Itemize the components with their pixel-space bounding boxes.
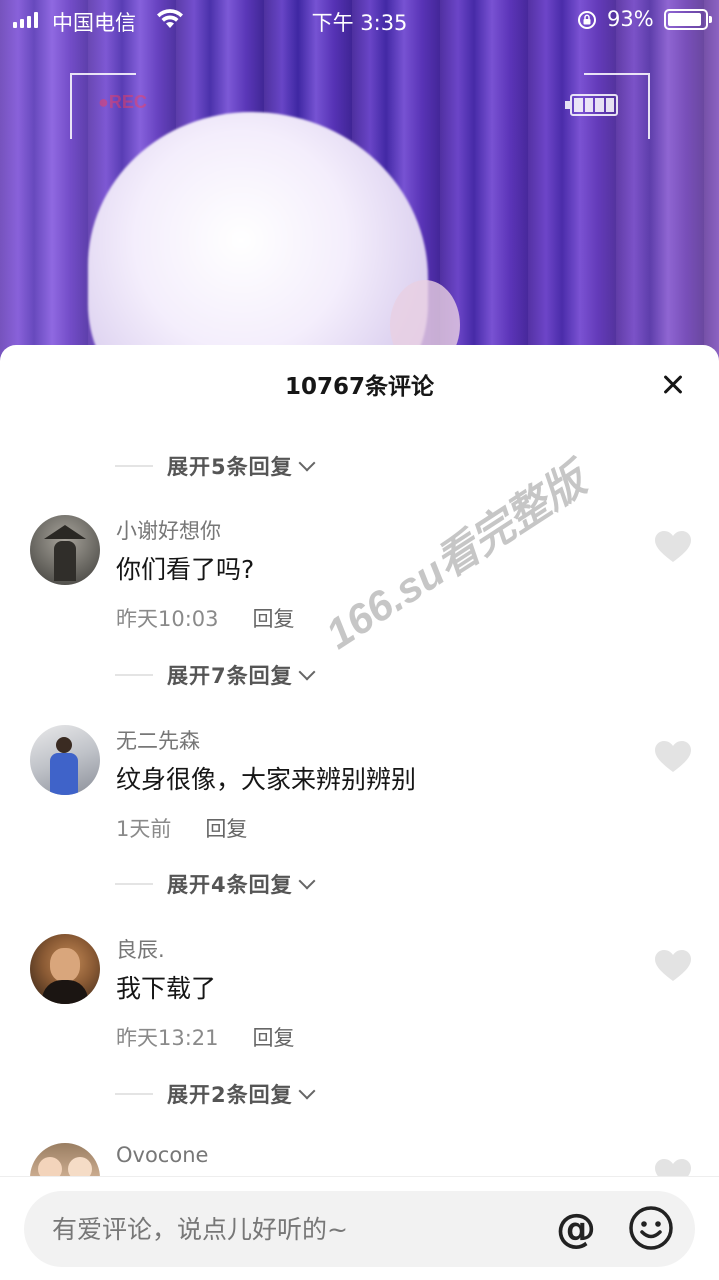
- chevron-down-icon: [298, 663, 316, 681]
- chevron-down-icon: [298, 872, 316, 890]
- divider-line: [115, 1093, 153, 1095]
- chevron-down-icon: [298, 454, 316, 472]
- expand-replies-label: 展开4条回复: [167, 873, 293, 897]
- at-mention-button[interactable]: @: [552, 1205, 600, 1253]
- avatar[interactable]: [30, 515, 100, 585]
- heart-icon[interactable]: [655, 950, 691, 982]
- comment-item[interactable]: 小谢好想你 你们看了吗? 昨天10:03 回复: [0, 515, 719, 695]
- rec-label: ●REC: [98, 92, 147, 112]
- chevron-down-icon: [298, 1082, 316, 1100]
- heart-icon[interactable]: [655, 531, 691, 563]
- comment-username[interactable]: 小谢好想你: [116, 515, 221, 545]
- comment-time: 昨天13:21: [116, 1026, 219, 1050]
- orientation-lock-icon: [578, 11, 596, 29]
- comments-list[interactable]: 展开5条回复 小谢好想你 你们看了吗? 昨天10:03 回复 展开7条回复 无二: [0, 345, 719, 1213]
- avatar[interactable]: [30, 934, 100, 1004]
- comment-username[interactable]: 良辰.: [116, 934, 165, 964]
- expand-replies-button[interactable]: 展开5条回复: [115, 446, 316, 486]
- comment-item[interactable]: 良辰. 我下载了 昨天13:21 回复: [0, 934, 719, 1114]
- comment-username[interactable]: 无二先森: [116, 725, 200, 755]
- expand-replies-button[interactable]: 展开4条回复: [115, 864, 316, 904]
- emoji-icon[interactable]: [628, 1205, 674, 1251]
- video-player[interactable]: ●REC: [0, 0, 719, 380]
- comment-text: 我下载了: [116, 974, 217, 1003]
- divider-line: [115, 674, 153, 676]
- divider-line: [115, 883, 153, 885]
- battery-icon: [664, 9, 712, 30]
- comment-time: 1天前: [116, 817, 172, 841]
- heart-icon[interactable]: [655, 741, 691, 773]
- reply-button[interactable]: 回复: [205, 813, 247, 843]
- expand-replies-label: 展开5条回复: [167, 455, 293, 479]
- divider-line: [115, 465, 153, 467]
- comment-text: 纹身很像，大家来辨别辨别: [116, 765, 417, 794]
- comment-item[interactable]: 无二先森 纹身很像，大家来辨别辨别 1天前 回复: [0, 725, 719, 905]
- avatar[interactable]: [30, 725, 100, 795]
- reply-button[interactable]: 回复: [253, 603, 295, 633]
- carrier-name: 中国电信: [52, 11, 136, 35]
- comment-input-container[interactable]: @: [24, 1191, 695, 1267]
- comment-meta: 昨天13:21 回复: [116, 1022, 295, 1052]
- expand-replies-label: 展开7条回复: [167, 664, 293, 688]
- wifi-icon: [157, 9, 183, 28]
- expand-replies-button[interactable]: 展开2条回复: [115, 1074, 316, 1114]
- reply-button[interactable]: 回复: [253, 1022, 295, 1052]
- expand-replies-button[interactable]: 展开7条回复: [115, 655, 316, 695]
- comment-meta: 昨天10:03 回复: [116, 603, 295, 633]
- comment-input-bar: @: [0, 1176, 719, 1280]
- camera-battery-icon: [565, 94, 618, 116]
- status-bar: 中国电信 下午 3:35 93%: [0, 0, 719, 40]
- comment-meta: 1天前 回复: [116, 813, 247, 843]
- expand-replies-label: 展开2条回复: [167, 1083, 293, 1107]
- battery-percent: 93%: [607, 7, 654, 31]
- comment-input[interactable]: [52, 1191, 532, 1267]
- signal-icon: [13, 12, 38, 28]
- comment-time: 昨天10:03: [116, 607, 219, 631]
- comment-text: 你们看了吗?: [116, 555, 255, 584]
- comments-sheet: 10767条评论 展开5条回复 小谢好想你 你们看了吗? 昨天10:03 回复 …: [0, 345, 719, 1280]
- comment-username[interactable]: Ovocone: [116, 1143, 208, 1167]
